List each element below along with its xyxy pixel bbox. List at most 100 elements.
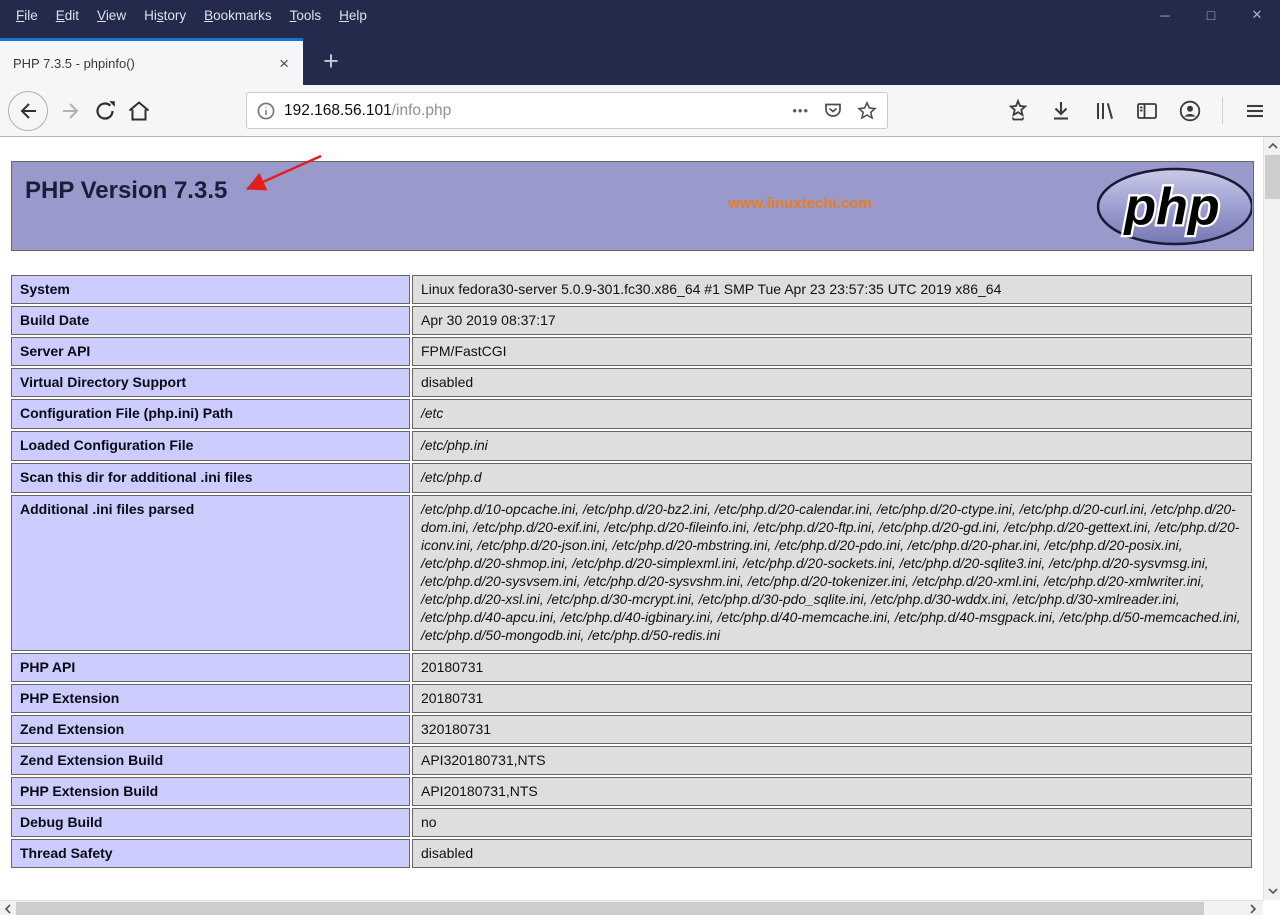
php-logo: php	[1096, 167, 1252, 246]
home-button[interactable]	[122, 94, 156, 128]
scroll-right-arrow-icon[interactable]	[1245, 901, 1261, 915]
info-value: /etc/php.ini	[412, 431, 1252, 461]
table-row: Virtual Directory Support disabled	[11, 368, 1252, 397]
site-info-icon[interactable]	[257, 102, 275, 120]
menu-text: elp	[348, 7, 367, 23]
tab-title: PHP 7.3.5 - phpinfo()	[13, 55, 135, 71]
page-actions-icon[interactable]: •••	[792, 103, 809, 118]
browser-window: File Edit View History Bookmarks Tools H…	[0, 0, 1280, 915]
toolbar-right	[1001, 94, 1272, 128]
bookmarks-menu-button[interactable]	[1001, 94, 1035, 128]
minimize-icon: ─	[1160, 7, 1170, 23]
scrollbar-corner	[1263, 900, 1280, 915]
download-icon	[1054, 101, 1068, 120]
reload-button[interactable]	[88, 94, 122, 128]
info-label: PHP Extension Build	[11, 777, 410, 806]
window-controls: ─ □ ✕	[1142, 0, 1280, 30]
navigation-toolbar: 192.168.56.101/info.php •••	[0, 85, 1280, 137]
vertical-scroll-thumb[interactable]	[1265, 155, 1280, 199]
table-row: PHP Extension Build API20180731,NTS	[11, 777, 1252, 806]
info-value: 20180731	[412, 653, 1252, 682]
home-icon	[128, 100, 150, 120]
account-icon	[1179, 100, 1201, 121]
info-label: PHP Extension	[11, 684, 410, 713]
menu-edit[interactable]: Edit	[47, 5, 88, 26]
table-row: Zend Extension Build API320180731,NTS	[11, 746, 1252, 775]
php-logo-text: php	[1122, 178, 1219, 236]
app-menu-button[interactable]	[1238, 94, 1272, 128]
table-row: Build Date Apr 30 2019 08:37:17	[11, 306, 1252, 335]
menu-text: ile	[24, 7, 38, 23]
tab-phpinfo[interactable]: PHP 7.3.5 - phpinfo() ×	[0, 38, 303, 85]
info-label: PHP API	[11, 653, 410, 682]
menu-text: ools	[296, 7, 322, 23]
scroll-up-arrow-icon[interactable]	[1264, 138, 1280, 154]
info-label: Configuration File (php.ini) Path	[11, 399, 410, 429]
close-button[interactable]: ✕	[1234, 0, 1280, 30]
url-text[interactable]: 192.168.56.101/info.php	[284, 102, 792, 120]
menu-accel: E	[55, 7, 65, 23]
scroll-left-arrow-icon[interactable]	[0, 901, 16, 915]
info-label: Server API	[11, 337, 410, 366]
minimize-button[interactable]: ─	[1142, 0, 1188, 30]
menu-help[interactable]: Help	[330, 5, 376, 26]
back-button[interactable]	[8, 90, 48, 131]
watermark-text: www.linuxtechi.com	[728, 195, 872, 212]
info-label: Additional .ini files parsed	[11, 495, 410, 651]
info-value: API320180731,NTS	[412, 746, 1252, 775]
library-button[interactable]	[1087, 94, 1121, 128]
horizontal-scroll-thumb[interactable]	[16, 902, 1204, 915]
pocket-icon[interactable]	[823, 101, 843, 121]
maximize-icon: □	[1206, 7, 1216, 23]
menu-text: dit	[64, 7, 80, 23]
info-value: Linux fedora30-server 5.0.9-301.fc30.x86…	[412, 275, 1252, 304]
phpinfo-table: System Linux fedora30-server 5.0.9-301.fc…	[9, 273, 1254, 870]
page-viewport: PHP Version 7.3.5 www.linuxtechi.com php	[0, 137, 1263, 900]
new-tab-button[interactable]: +	[311, 41, 351, 81]
table-row: Additional .ini files parsed/etc/php.d/1…	[11, 495, 1252, 651]
info-value: FPM/FastCGI	[412, 337, 1252, 366]
bookmark-star-icon[interactable]	[857, 100, 877, 121]
menu-accel: V	[97, 7, 106, 23]
forward-button[interactable]	[54, 94, 88, 128]
info-value: /etc/php.d	[412, 463, 1252, 493]
table-row: Loaded Configuration File/etc/php.ini	[11, 431, 1252, 461]
url-actions: •••	[792, 100, 877, 121]
toolbar-separator	[1222, 97, 1223, 124]
downloads-button[interactable]	[1044, 94, 1078, 128]
table-row: System Linux fedora30-server 5.0.9-301.fc…	[11, 275, 1252, 304]
menu-view[interactable]: View	[88, 5, 135, 26]
horizontal-scrollbar[interactable]	[0, 900, 1263, 915]
info-label: Zend Extension	[11, 715, 410, 744]
menu-accel: F	[16, 7, 25, 23]
info-label: Scan this dir for additional .ini files	[11, 463, 410, 493]
info-value: 320180731	[412, 715, 1252, 744]
menu-history[interactable]: History	[135, 5, 195, 26]
menu-tools[interactable]: Tools	[281, 5, 331, 26]
hamburger-menu-icon	[1247, 104, 1263, 117]
scroll-down-arrow-icon[interactable]	[1264, 883, 1280, 899]
menu-bookmarks[interactable]: Bookmarks	[195, 5, 281, 26]
menu-accel: H	[339, 7, 349, 23]
table-row: PHP API 20180731	[11, 653, 1252, 682]
maximize-button[interactable]: □	[1188, 0, 1234, 30]
info-label: Debug Build	[11, 808, 410, 837]
url-bar[interactable]: 192.168.56.101/info.php •••	[246, 92, 888, 129]
info-value: 20180731	[412, 684, 1252, 713]
vertical-scrollbar[interactable]	[1263, 137, 1280, 900]
account-button[interactable]	[1173, 94, 1207, 128]
info-value: /etc/php.d/10-opcache.ini, /etc/php.d/20…	[412, 495, 1252, 651]
info-value: API20180731,NTS	[412, 777, 1252, 806]
info-label: Build Date	[11, 306, 410, 335]
table-row: Debug Build no	[11, 808, 1252, 837]
menu-file[interactable]: File	[7, 5, 47, 26]
back-arrow-icon	[20, 102, 36, 119]
info-label: Loaded Configuration File	[11, 431, 410, 461]
info-label: System	[11, 275, 410, 304]
sidebars-button[interactable]	[1130, 94, 1164, 128]
tab-close-icon[interactable]: ×	[273, 55, 295, 72]
info-value: disabled	[412, 839, 1252, 868]
menu-accel: B	[204, 7, 214, 23]
table-row: Thread Safety disabled	[11, 839, 1252, 868]
info-value: no	[412, 808, 1252, 837]
